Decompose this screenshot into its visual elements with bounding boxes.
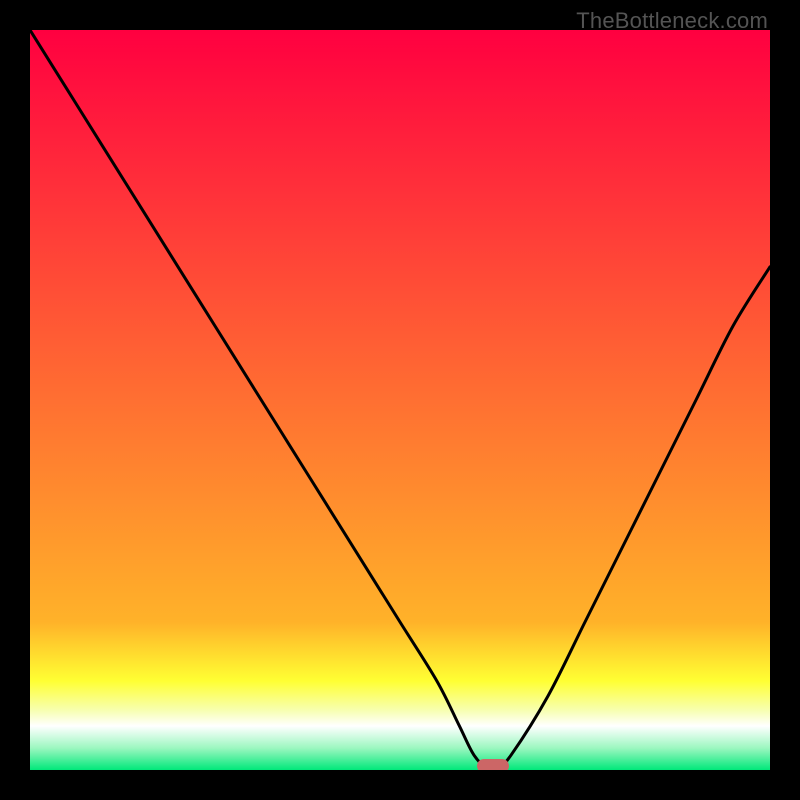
- plot-area: [30, 30, 770, 770]
- bottleneck-curve: [30, 30, 770, 770]
- bottleneck-curve-path: [30, 30, 770, 770]
- watermark-text: TheBottleneck.com: [576, 8, 768, 34]
- chart-stage: TheBottleneck.com: [0, 0, 800, 800]
- min-marker: [477, 759, 509, 770]
